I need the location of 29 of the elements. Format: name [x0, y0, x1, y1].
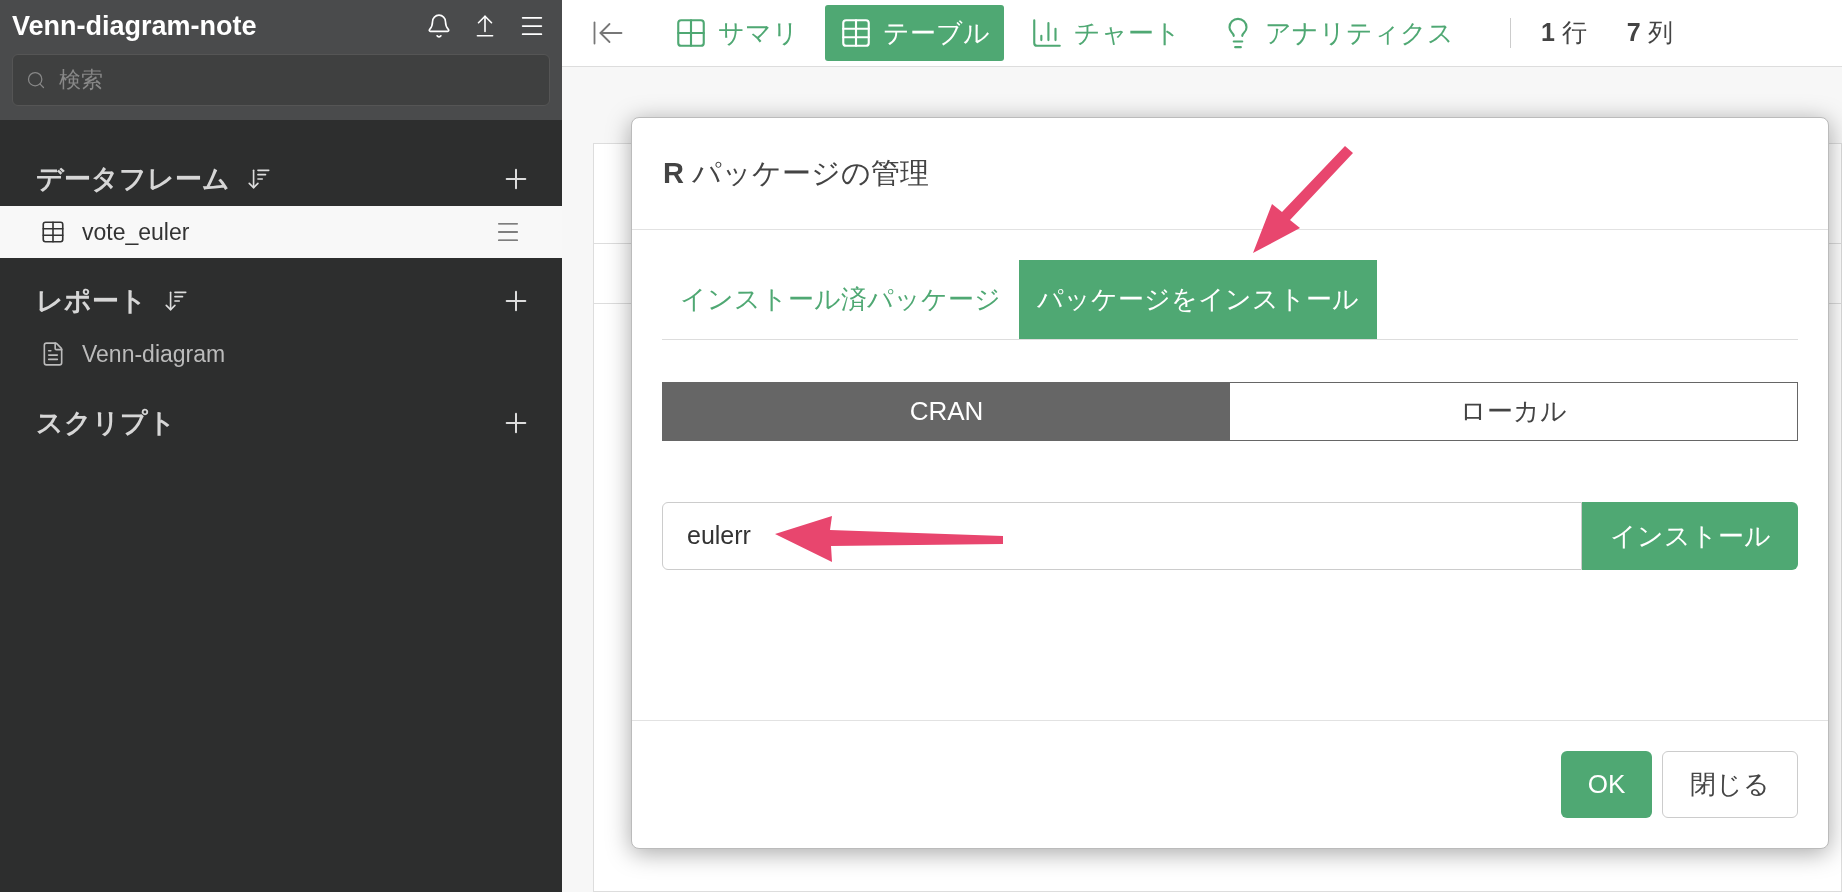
view-tab[interactable]: チャート — [1016, 5, 1195, 61]
section-title: レポート — [36, 284, 147, 318]
sidebar-item[interactable]: vote_euler — [0, 206, 562, 258]
view-tab[interactable]: アナリティクス — [1207, 5, 1468, 61]
dialog-tab[interactable]: インストール済パッケージ — [662, 260, 1019, 339]
dialog-button[interactable]: OK — [1561, 751, 1652, 818]
search-field[interactable]: 検索 — [12, 54, 550, 106]
sidebar-item[interactable]: Venn-diagram — [0, 328, 562, 380]
dialog-title: R パッケージの管理 — [663, 155, 929, 191]
item-label: Venn-diagram — [82, 339, 227, 369]
count-label: 1 行 — [1541, 17, 1587, 49]
section-title: スクリプト — [36, 406, 176, 440]
install-button[interactable]: インストール — [1582, 502, 1798, 570]
source-option[interactable]: CRAN — [663, 383, 1230, 440]
search-icon — [26, 70, 46, 90]
table-icon — [839, 16, 873, 50]
view-tab[interactable]: サマリ — [660, 5, 813, 61]
bar-chart-icon — [1030, 16, 1064, 50]
table-icon — [40, 219, 66, 245]
dialog-tab[interactable]: パッケージをインストール — [1019, 260, 1377, 339]
item-label: vote_euler — [82, 217, 191, 247]
view-tab[interactable]: テーブル — [825, 5, 1004, 61]
grid-icon — [674, 16, 708, 50]
dialog-button[interactable]: 閉じる — [1662, 751, 1798, 818]
section-title: データフレーム — [36, 162, 230, 196]
notification-icon[interactable] — [426, 13, 452, 39]
package-input[interactable]: eulerr — [662, 502, 1582, 570]
project-title: Venn-diagram-note — [12, 9, 258, 43]
count-label: 7 列 — [1626, 17, 1673, 49]
